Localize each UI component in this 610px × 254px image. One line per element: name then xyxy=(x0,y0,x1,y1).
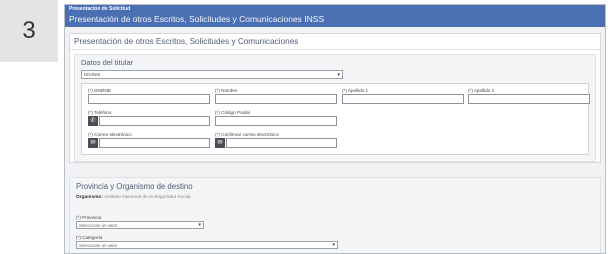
chevron-down-icon: ▾ xyxy=(198,222,201,228)
form-section: Presentación de otros Escritos, Solicitu… xyxy=(69,33,601,163)
phone-icon: ✆ xyxy=(88,116,98,126)
email-label: (*) Correo electrónico xyxy=(88,132,132,137)
form-window: Presentación de Solicitud Presentación d… xyxy=(64,4,606,254)
apellido1-input[interactable] xyxy=(342,94,464,104)
nombre-input[interactable] xyxy=(215,94,337,104)
mail-icon: ✉ xyxy=(215,138,225,148)
codigo-postal-label: (*) Código Postal xyxy=(215,110,250,115)
titular-panel: Datos del titular DNI/NIE ▾ (*) DNI/NIE … xyxy=(74,54,596,162)
chevron-down-icon: ▾ xyxy=(332,242,335,248)
categoria-placeholder: Seleccione un valor xyxy=(79,243,118,248)
provincia-placeholder: Seleccione un valor xyxy=(79,223,118,228)
dni-input[interactable] xyxy=(88,94,210,104)
email-input[interactable] xyxy=(99,138,210,148)
organismo-label: Organismo: xyxy=(76,195,103,200)
dni-label: (*) DNI/NIE xyxy=(88,88,111,93)
chevron-down-icon: ▾ xyxy=(337,72,340,78)
organismo-line: Organismo: Instituto Nacional de la Segu… xyxy=(76,195,594,200)
email-confirm-label: (*) Confirmar correo electrónico xyxy=(215,132,280,137)
nombre-label: (*) Nombre xyxy=(215,88,238,93)
document-type-value: DNI/NIE xyxy=(84,72,101,77)
provincia-title: Provincia y Organismo de destino xyxy=(76,182,193,191)
codigo-postal-input[interactable] xyxy=(215,116,337,126)
telefono-input[interactable] xyxy=(99,116,210,126)
form-heading: Presentación de otros Escritos, Solicitu… xyxy=(70,34,600,50)
titular-title: Datos del titular xyxy=(81,58,134,67)
organismo-value: Instituto Nacional de la Seguridad Socia… xyxy=(104,195,191,200)
apellido1-label: (*) Apellido 1 xyxy=(342,88,369,93)
provincia-section: Provincia y Organismo de destino Organis… xyxy=(69,177,601,253)
email-confirm-input[interactable] xyxy=(226,138,337,148)
apellido2-label: (*) Apellido 2 xyxy=(468,88,495,93)
categoria-select[interactable]: Seleccione un valor ▾ xyxy=(76,241,338,249)
provincia-label: (*) Provincia xyxy=(76,215,102,220)
telefono-label: (*) Teléfono xyxy=(88,110,112,115)
banner-title: Presentación de otros Escritos, Solicitu… xyxy=(69,14,325,24)
apellido2-input[interactable] xyxy=(468,94,590,104)
header-banner: Presentación de Solicitud Presentación d… xyxy=(65,5,605,27)
document-type-select[interactable]: DNI/NIE ▾ xyxy=(81,70,343,79)
categoria-label: (*) Categoría xyxy=(76,235,103,240)
banner-subtitle: Presentación de Solicitud xyxy=(69,6,131,12)
titular-fields-box: (*) DNI/NIE (*) Nombre (*) Apellido 1 (*… xyxy=(81,83,590,155)
step-number-badge: 3 xyxy=(0,0,58,62)
provincia-select[interactable]: Seleccione un valor ▾ xyxy=(76,221,204,229)
mail-icon: ✉ xyxy=(88,138,98,148)
